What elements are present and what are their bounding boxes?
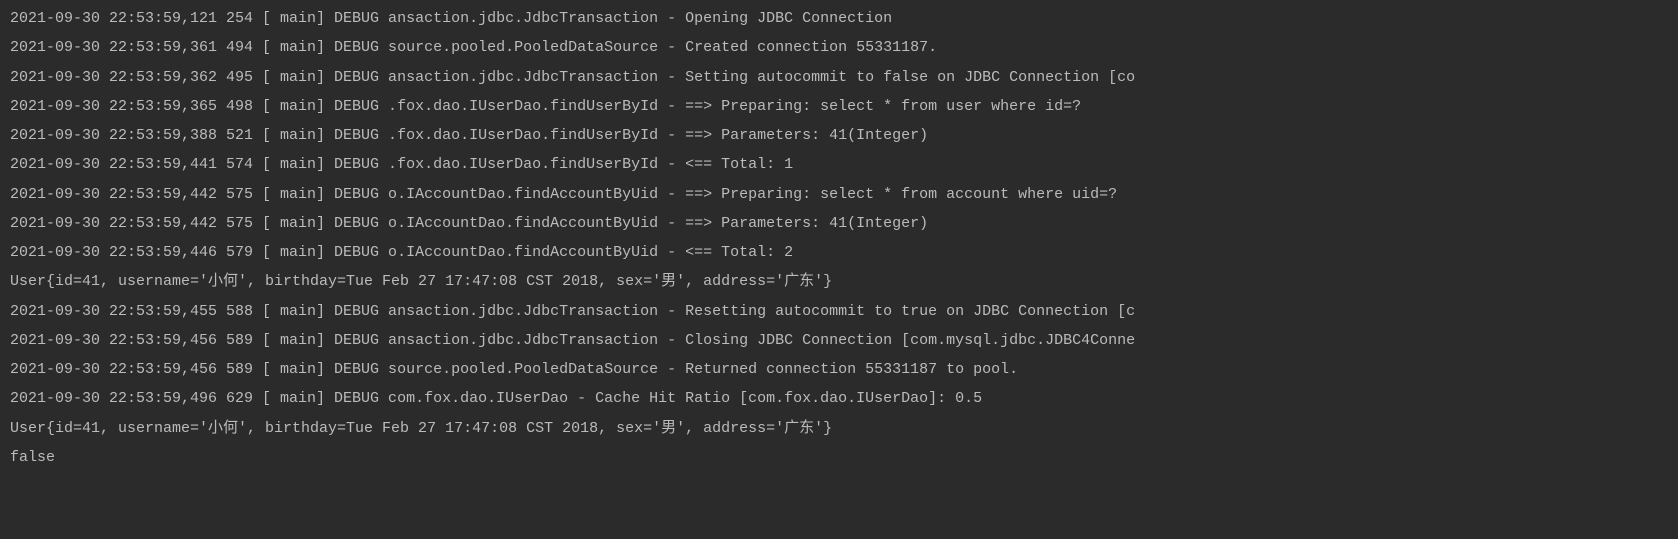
log-line: 2021-09-30 22:53:59,442 575 [ main] DEBU… xyxy=(10,180,1668,209)
log-line: 2021-09-30 22:53:59,388 521 [ main] DEBU… xyxy=(10,121,1668,150)
log-line: 2021-09-30 22:53:59,361 494 [ main] DEBU… xyxy=(10,33,1668,62)
log-line: 2021-09-30 22:53:59,362 495 [ main] DEBU… xyxy=(10,63,1668,92)
log-line: 2021-09-30 22:53:59,456 589 [ main] DEBU… xyxy=(10,326,1668,355)
console-output: 2021-09-30 22:53:59,121 254 [ main] DEBU… xyxy=(10,4,1668,472)
log-line: 2021-09-30 22:53:59,456 589 [ main] DEBU… xyxy=(10,355,1668,384)
log-line: 2021-09-30 22:53:59,365 498 [ main] DEBU… xyxy=(10,92,1668,121)
log-line: User{id=41, username='小何', birthday=Tue … xyxy=(10,414,1668,443)
log-line: 2021-09-30 22:53:59,442 575 [ main] DEBU… xyxy=(10,209,1668,238)
log-line: 2021-09-30 22:53:59,446 579 [ main] DEBU… xyxy=(10,238,1668,267)
log-line: false xyxy=(10,443,1668,472)
log-line: 2021-09-30 22:53:59,121 254 [ main] DEBU… xyxy=(10,4,1668,33)
log-line: 2021-09-30 22:53:59,441 574 [ main] DEBU… xyxy=(10,150,1668,179)
log-line: User{id=41, username='小何', birthday=Tue … xyxy=(10,267,1668,296)
log-line: 2021-09-30 22:53:59,455 588 [ main] DEBU… xyxy=(10,297,1668,326)
log-line: 2021-09-30 22:53:59,496 629 [ main] DEBU… xyxy=(10,384,1668,413)
